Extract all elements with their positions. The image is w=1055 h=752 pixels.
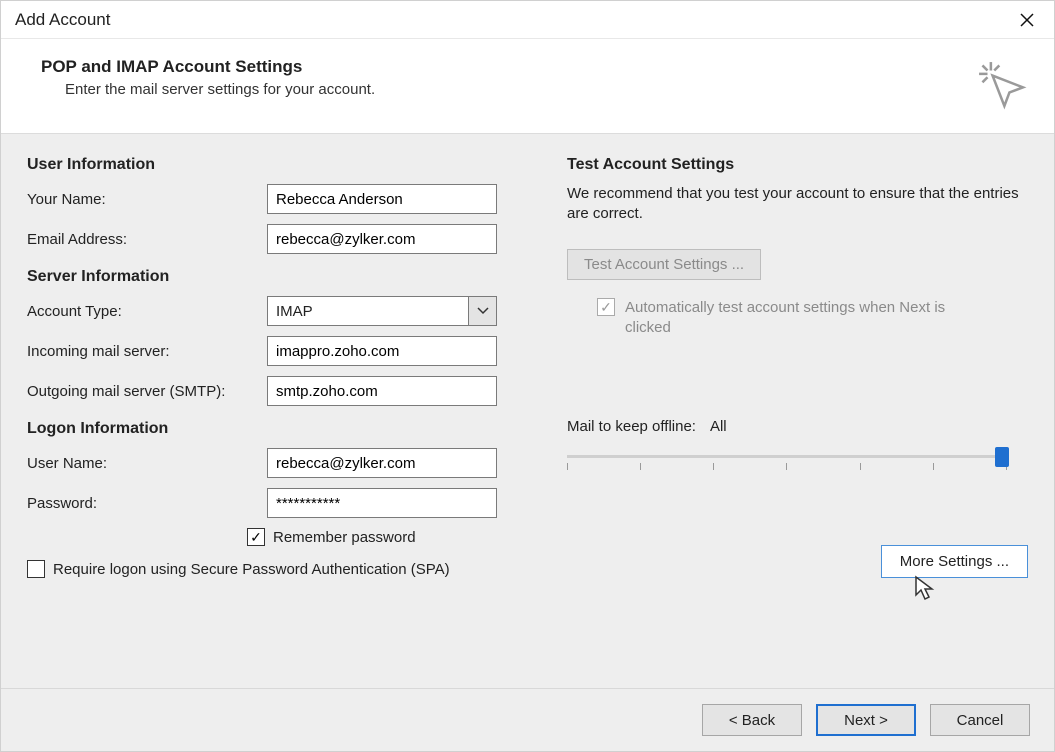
next-button[interactable]: Next >	[816, 704, 916, 736]
left-column: User Information Your Name: Email Addres…	[27, 156, 507, 670]
wizard-footer: < Back Next > Cancel	[1, 689, 1054, 751]
titlebar: Add Account	[1, 1, 1054, 39]
label-email: Email Address:	[27, 231, 267, 248]
close-icon	[1019, 12, 1035, 28]
slider-track	[567, 455, 1007, 458]
window-title: Add Account	[15, 10, 110, 30]
label-username: User Name:	[27, 455, 267, 472]
section-logon-info: Logon Information	[27, 420, 507, 438]
row-incoming: Incoming mail server:	[27, 336, 507, 366]
section-user-info: User Information	[27, 156, 507, 174]
row-account-type: Account Type: IMAP	[27, 296, 507, 326]
mail-offline-row: Mail to keep offline: All	[567, 418, 1028, 435]
mail-offline-label: Mail to keep offline:	[567, 418, 696, 435]
wizard-title: POP and IMAP Account Settings	[41, 57, 375, 77]
section-server-info: Server Information	[27, 268, 507, 286]
slider-ticks	[567, 463, 1007, 470]
auto-test-label: Automatically test account settings when…	[625, 298, 985, 339]
add-account-window: Add Account POP and IMAP Account Setting…	[0, 0, 1055, 752]
right-column: Test Account Settings We recommend that …	[567, 156, 1028, 670]
email-input[interactable]	[267, 224, 497, 254]
mail-offline-value: All	[710, 418, 727, 435]
mail-offline-slider[interactable]	[567, 445, 1007, 475]
your-name-input[interactable]	[267, 184, 497, 214]
test-description: We recommend that you test your account …	[567, 184, 1028, 225]
label-account-type: Account Type:	[27, 303, 267, 320]
wizard-body: User Information Your Name: Email Addres…	[1, 134, 1054, 689]
more-settings-row: More Settings ...	[567, 545, 1028, 578]
row-username: User Name:	[27, 448, 507, 478]
more-settings-button[interactable]: More Settings ...	[881, 545, 1028, 578]
chevron-down-icon	[477, 307, 489, 315]
spa-row[interactable]: Require logon using Secure Password Auth…	[27, 560, 507, 580]
row-outgoing: Outgoing mail server (SMTP):	[27, 376, 507, 406]
remember-password-label: Remember password	[273, 529, 416, 546]
mouse-cursor-icon	[914, 575, 938, 601]
row-email: Email Address:	[27, 224, 507, 254]
remember-password-checkbox[interactable]	[247, 528, 265, 546]
slider-thumb[interactable]	[995, 447, 1009, 467]
remember-password-row[interactable]: Remember password	[247, 528, 507, 546]
outgoing-server-input[interactable]	[267, 376, 497, 406]
password-input[interactable]	[267, 488, 497, 518]
cancel-button[interactable]: Cancel	[930, 704, 1030, 736]
account-type-dropdown-button[interactable]	[468, 297, 496, 325]
label-your-name: Your Name:	[27, 191, 267, 208]
account-type-select[interactable]: IMAP	[267, 296, 497, 326]
test-account-settings-button[interactable]: Test Account Settings ...	[567, 249, 761, 280]
cursor-click-icon	[974, 57, 1028, 115]
username-input[interactable]	[267, 448, 497, 478]
account-type-value: IMAP	[268, 297, 468, 325]
row-your-name: Your Name:	[27, 184, 507, 214]
row-password: Password:	[27, 488, 507, 518]
wizard-subtitle: Enter the mail server settings for your …	[65, 81, 375, 98]
label-password: Password:	[27, 495, 267, 512]
spa-label: Require logon using Secure Password Auth…	[53, 560, 450, 580]
spa-checkbox[interactable]	[27, 560, 45, 578]
auto-test-row: Automatically test account settings when…	[597, 298, 1028, 339]
label-incoming: Incoming mail server:	[27, 343, 267, 360]
auto-test-checkbox	[597, 298, 615, 316]
wizard-header-text: POP and IMAP Account Settings Enter the …	[41, 57, 375, 98]
incoming-server-input[interactable]	[267, 336, 497, 366]
close-button[interactable]	[1004, 4, 1050, 36]
label-outgoing: Outgoing mail server (SMTP):	[27, 383, 267, 400]
back-button[interactable]: < Back	[702, 704, 802, 736]
wizard-header: POP and IMAP Account Settings Enter the …	[1, 39, 1054, 134]
section-test-settings: Test Account Settings	[567, 156, 1028, 174]
